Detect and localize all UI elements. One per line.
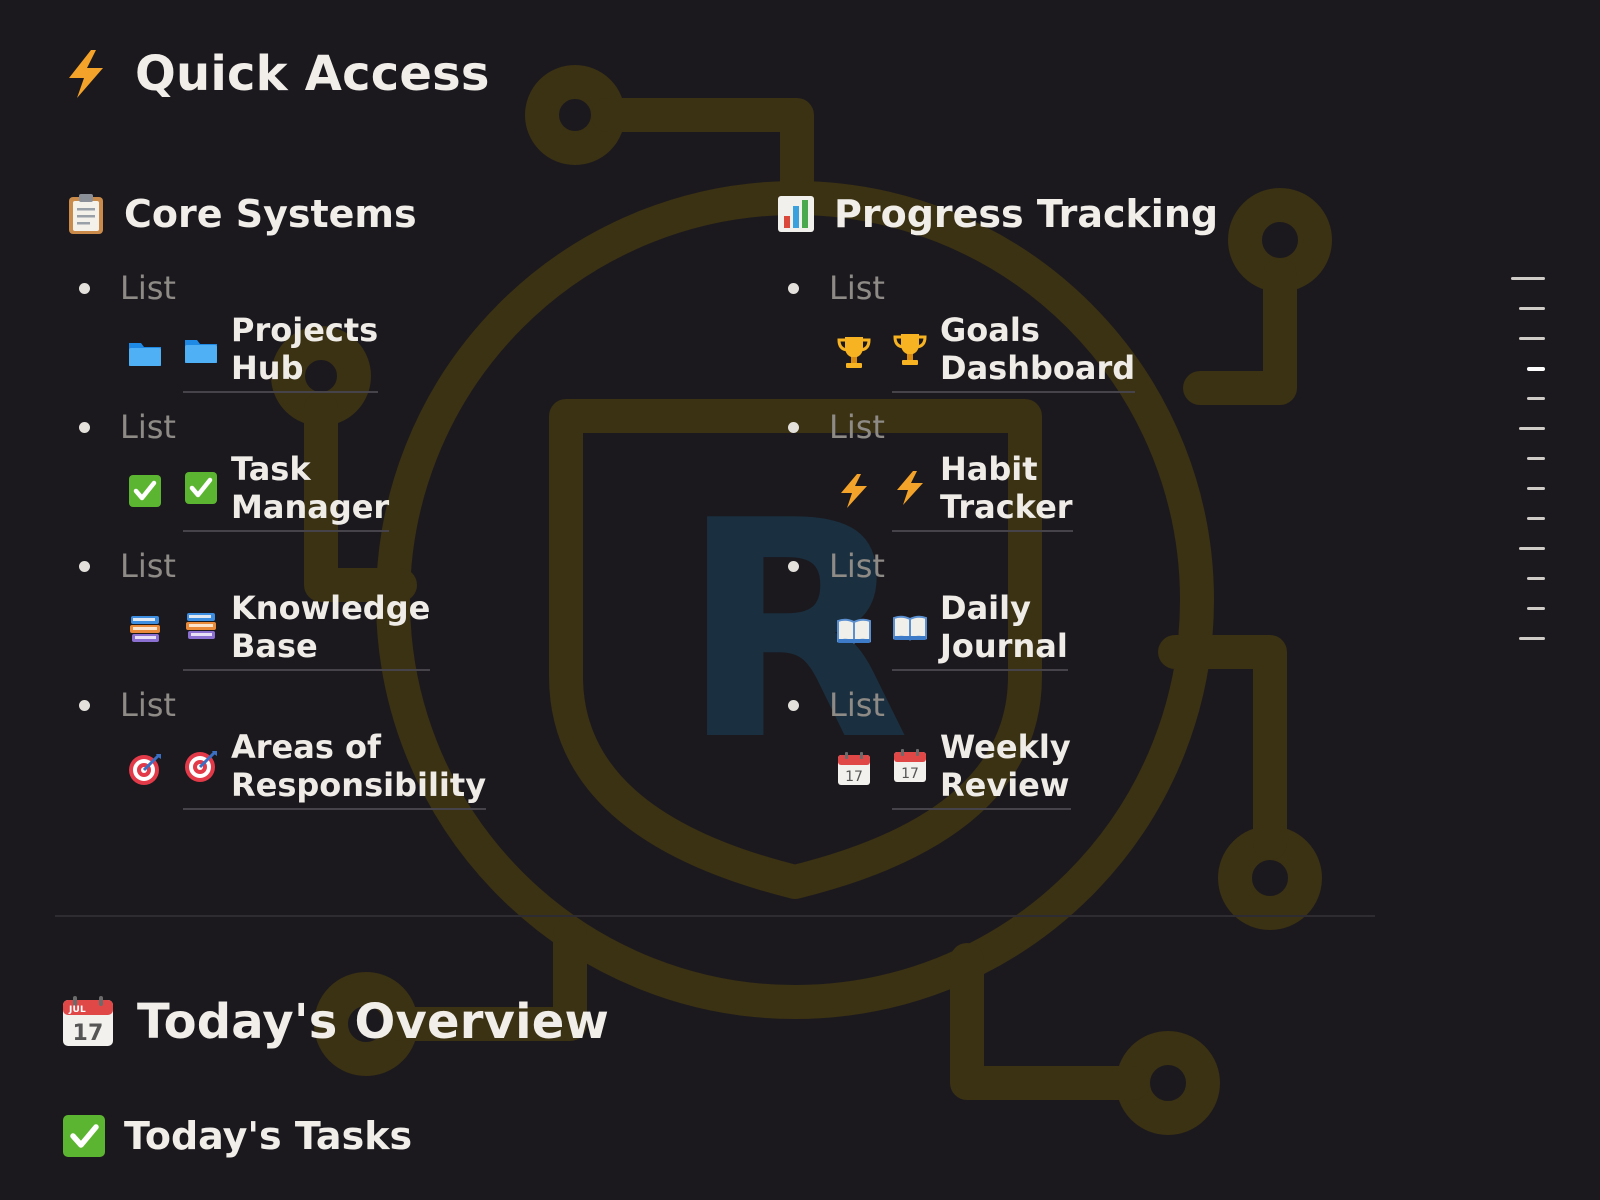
link-label: Task Manager (231, 450, 390, 526)
outline-tick[interactable] (1527, 607, 1545, 610)
lightning-icon (892, 470, 928, 506)
checkmark-icon (127, 473, 163, 509)
outline-tick[interactable] (1527, 457, 1545, 460)
list-label: List (120, 686, 176, 724)
progress-tracking-title: Progress Tracking (834, 192, 1219, 236)
checkmark-icon (62, 1114, 106, 1158)
trophy-icon (892, 331, 928, 367)
list-label: List (120, 408, 176, 446)
todays-tasks-title: Today's Tasks (124, 1114, 413, 1158)
open-book-icon (892, 609, 928, 645)
bullet-dot (79, 699, 90, 711)
outline-tick[interactable] (1527, 397, 1545, 400)
areas-of-responsibility-link[interactable]: Areas of Responsibility (183, 728, 487, 810)
todays-overview-heading: JUL 17 Today's Overview (61, 994, 609, 1050)
outline-scroll-indicator[interactable] (1505, 277, 1545, 647)
habit-tracker-link[interactable]: Habit Tracker (892, 450, 1073, 532)
quick-access-title: Quick Access (135, 46, 490, 102)
outline-tick[interactable] (1527, 517, 1545, 520)
todays-tasks-heading: Today's Tasks (62, 1114, 412, 1158)
books-icon (127, 612, 163, 648)
bullet-dot (79, 560, 90, 572)
trophy-icon (836, 334, 872, 370)
calendar-day: 17 (72, 1021, 103, 1046)
progress-tracking-heading: Progress Tracking (776, 192, 1218, 236)
outline-tick[interactable] (1511, 277, 1545, 280)
link-label: Daily Journal (940, 589, 1068, 665)
folder-icon (183, 331, 219, 367)
outline-tick[interactable] (1519, 547, 1545, 550)
knowledge-base-link[interactable]: Knowledge Base (183, 589, 431, 671)
bullet-dot (788, 699, 799, 711)
link-label: Projects Hub (231, 311, 379, 387)
books-icon (183, 609, 219, 645)
calendar-icon: 17 (892, 748, 928, 784)
open-book-icon (836, 612, 872, 648)
calendar-day: 17 (845, 769, 863, 785)
daily-journal-link[interactable]: Daily Journal (892, 589, 1068, 671)
list-label: List (120, 547, 176, 585)
outline-tick[interactable] (1527, 577, 1545, 580)
target-icon (127, 751, 163, 787)
bar-chart-icon (776, 192, 816, 236)
bullet-dot (79, 282, 90, 294)
link-label: Areas of Responsibility (231, 728, 487, 804)
quick-access-heading: Quick Access (63, 46, 490, 102)
goals-dashboard-link[interactable]: Goals Dashboard (892, 311, 1136, 393)
link-label: Weekly Review (940, 728, 1071, 804)
outline-tick[interactable] (1519, 307, 1545, 310)
lightning-icon (63, 48, 109, 100)
lightning-icon (836, 473, 872, 509)
outline-tick-active[interactable] (1527, 367, 1545, 371)
clipboard-icon (66, 192, 106, 236)
target-icon (183, 748, 219, 784)
outline-tick[interactable] (1519, 337, 1545, 340)
folder-icon (127, 334, 163, 370)
list-label: List (829, 408, 885, 446)
calendar-day: 17 (901, 766, 919, 782)
calendar-month: JUL (68, 1005, 86, 1015)
app-canvas: { "colors": { "background": "#1b191e", "… (0, 0, 1600, 1200)
bullet-dot (788, 421, 799, 433)
calendar-icon: JUL 17 (61, 995, 115, 1049)
bullet-dot (788, 560, 799, 572)
todays-overview-title: Today's Overview (137, 994, 610, 1050)
task-manager-link[interactable]: Task Manager (183, 450, 390, 532)
section-divider (55, 915, 1375, 917)
outline-tick[interactable] (1519, 637, 1545, 640)
outline-tick[interactable] (1519, 427, 1545, 430)
core-systems-title: Core Systems (124, 192, 417, 236)
list-label: List (120, 269, 176, 307)
link-label: Knowledge Base (231, 589, 431, 665)
calendar-icon: 17 (836, 751, 872, 787)
checkmark-icon (183, 470, 219, 506)
list-label: List (829, 547, 885, 585)
core-systems-heading: Core Systems (66, 192, 417, 236)
list-label: List (829, 686, 885, 724)
weekly-review-link[interactable]: 17 Weekly Review (892, 728, 1071, 810)
link-label: Habit Tracker (940, 450, 1073, 526)
outline-tick[interactable] (1527, 487, 1545, 490)
link-label: Goals Dashboard (940, 311, 1136, 387)
list-label: List (829, 269, 885, 307)
bullet-dot (788, 282, 799, 294)
projects-hub-link[interactable]: Projects Hub (183, 311, 379, 393)
bullet-dot (79, 421, 90, 433)
